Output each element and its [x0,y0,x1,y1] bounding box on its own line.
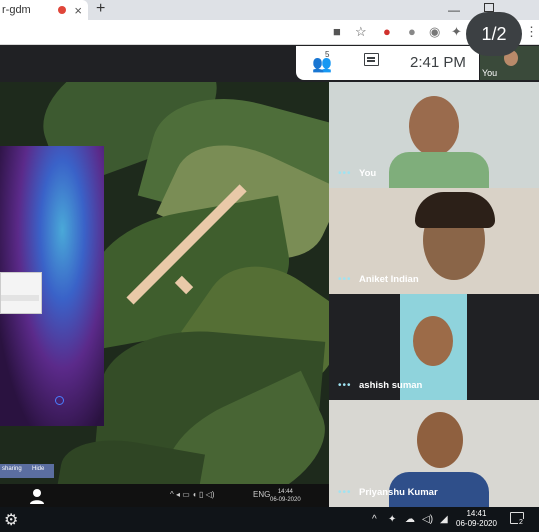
participant-tile[interactable]: ••• You [329,82,539,188]
shared-clock: 14:44 06-09-2020 [270,488,301,504]
volume-icon[interactable]: ◁) [422,514,433,525]
wifi-icon[interactable]: ◢ [440,514,448,525]
audio-dots-icon: ••• [338,168,352,179]
participant-avatar [409,96,459,156]
screen: r-gdm × + — ■ ☆ ● ● ◉ ✦ ⋮ 1/2 👥 5 2:41 P… [0,0,539,532]
star-icon[interactable]: ☆ [355,25,367,39]
maximize-button[interactable] [484,3,494,12]
opera-icon[interactable]: ● [383,25,391,39]
participant-name: Priyanshu Kumar [359,487,438,498]
participant-name: ashish suman [359,380,423,391]
recording-icon [58,6,66,14]
dialog-bar [1,295,39,301]
browser-toolbar: ■ ☆ ● ● ◉ ✦ ⋮ [0,20,539,45]
shared-tray-lang: ENG [253,490,271,499]
audio-dots-icon: ••• [338,380,352,391]
user-icon [30,489,44,504]
notification-count: 2 [518,519,524,526]
participant-avatar [417,412,463,468]
meeting-clock: 2:41 PM [410,54,466,71]
hide-button[interactable]: Hide [32,466,44,472]
participant-hair [415,192,495,228]
participant-name: You [359,168,377,179]
audio-dots-icon: ••• [338,274,352,285]
globe-icon[interactable]: ◉ [429,25,440,39]
circle-icon[interactable]: ● [408,25,416,39]
chevron-up-icon[interactable]: ^ [372,514,377,525]
host-date: 06-09-2020 [456,519,497,528]
host-time: 14:41 [466,509,487,518]
participant-body [389,152,489,188]
audio-dots-icon: ••• [338,487,352,498]
slide-dialog [0,272,42,314]
participant-avatar [413,316,453,366]
shared-date: 06-09-2020 [270,497,301,503]
people-count: 5 [325,50,330,59]
close-tab-button[interactable]: × [74,3,82,18]
meet-controls: 👥 5 2:41 PM [296,46,479,80]
shared-tray-icons: ^ ◂ ▭ ◖ ▯ ◁) [170,490,215,499]
tab-title: r-gdm [2,4,31,16]
participant-name: Aniket Indian [359,274,419,285]
camera-icon[interactable]: ■ [333,25,341,39]
cursor-indicator [55,396,64,405]
minimize-button[interactable]: — [448,3,460,17]
dropbox-icon[interactable]: ✦ [388,514,396,525]
participant-tile[interactable]: ••• Aniket Indian [329,188,539,294]
participant-tile[interactable]: ••• Priyanshu Kumar [329,400,539,507]
page-counter: 1/2 [466,12,522,56]
puzzle-icon[interactable]: ✦ [451,25,462,39]
browser-tab[interactable]: r-gdm × [0,0,88,20]
shared-time: 14:44 [277,489,293,495]
host-clock[interactable]: 14:41 06-09-2020 [456,509,497,529]
browser-tab-bar: r-gdm × + — [0,0,539,20]
chat-icon[interactable] [364,53,379,66]
new-tab-button[interactable]: + [96,0,105,18]
self-thumb-label: You [482,68,498,78]
participant-tile[interactable]: ••• ashish suman [329,294,539,400]
gear-icon[interactable]: ⚙ [4,510,18,530]
sharing-status: sharing [2,466,22,472]
menu-dots-icon[interactable]: ⋮ [525,25,538,39]
network-icon[interactable]: ☁ [405,514,415,525]
